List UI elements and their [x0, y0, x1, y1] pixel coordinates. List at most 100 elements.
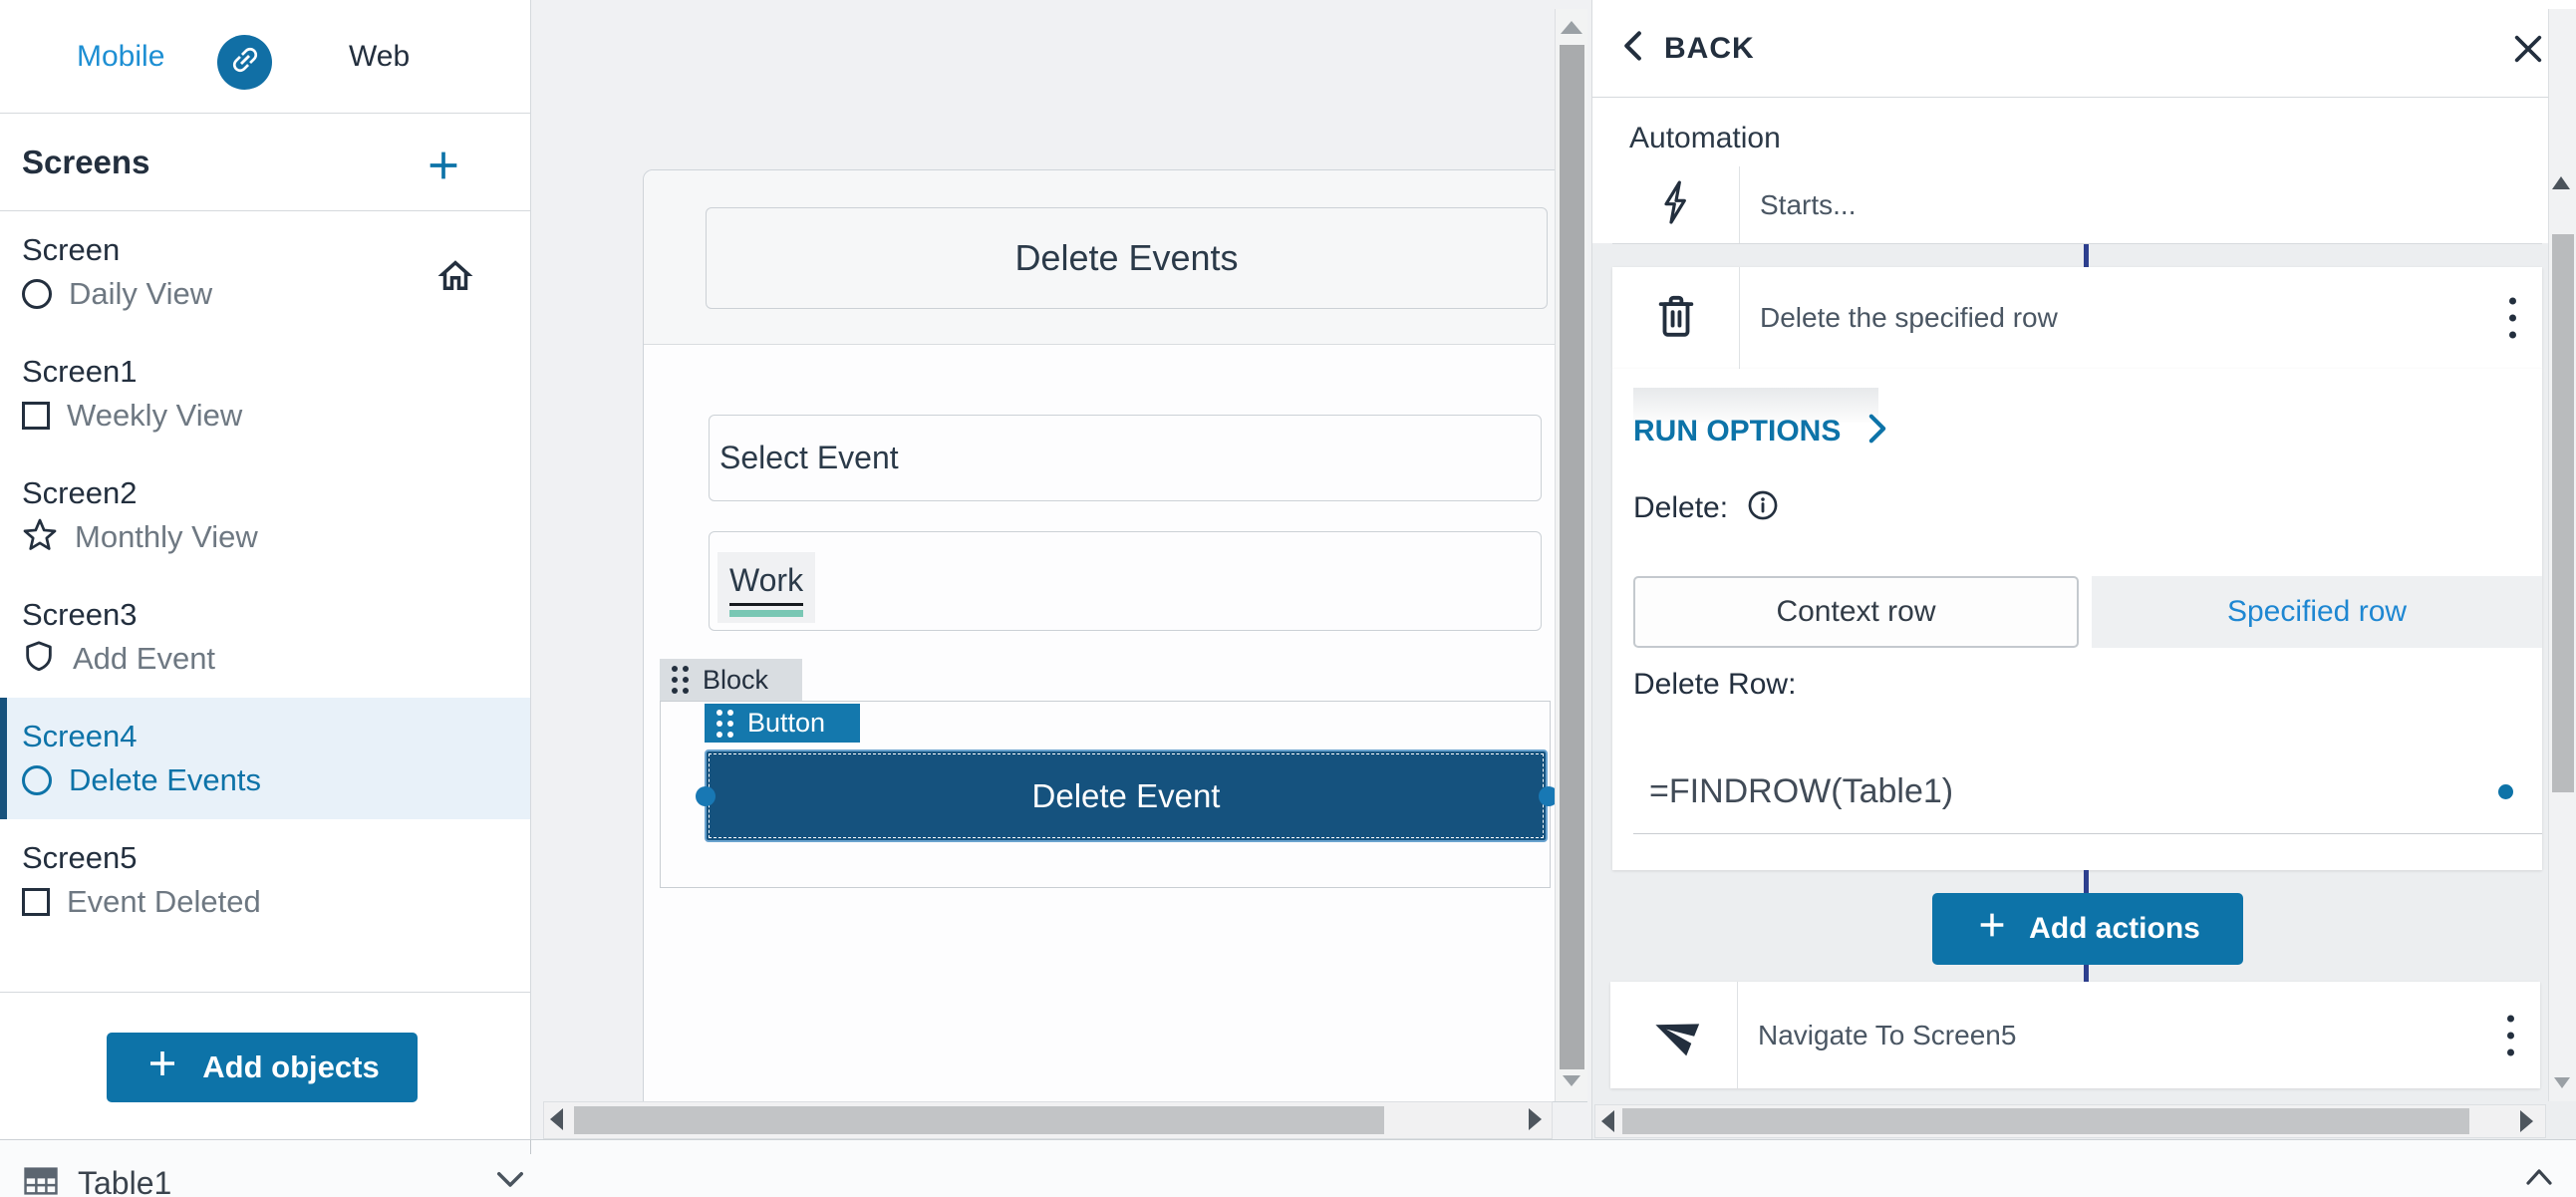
scrollbar-thumb[interactable] [1560, 45, 1584, 1069]
tables-footer-bar: Table1 [0, 1139, 2576, 1197]
scrollbar-thumb[interactable] [2552, 234, 2574, 792]
chevron-up-icon[interactable] [2524, 1166, 2554, 1193]
trigger-icon-column [1612, 166, 1740, 243]
plus-icon [1975, 908, 2009, 950]
canvas-vertical-scrollbar[interactable] [1555, 9, 1587, 1101]
specified-row-toggle[interactable]: Specified row [2092, 576, 2542, 648]
screen-item-event-deleted[interactable]: Screen5 Event Deleted [0, 819, 530, 941]
scroll-up-arrow[interactable] [2552, 176, 2570, 189]
delete-field-label: Delete: [1633, 490, 1729, 524]
app-builder-window: Mobile Web Screens Screen Daily View Scr… [0, 0, 2576, 1197]
context-row-toggle[interactable]: Context row [1633, 576, 2079, 648]
trigger-label: Starts... [1760, 188, 1857, 220]
chevron-down-icon[interactable] [495, 1170, 525, 1195]
chevron-left-icon [1620, 30, 1644, 67]
scroll-up-arrow[interactable] [1561, 21, 1582, 34]
delete-field-row: Delete: [1633, 488, 1780, 527]
link-toggle-button[interactable] [217, 35, 272, 90]
block-drag-chip[interactable]: Block [660, 659, 802, 701]
action-icon-column [1612, 267, 1740, 369]
circle-icon [22, 765, 52, 795]
screen-label: Daily View [69, 276, 213, 311]
scroll-down-arrow[interactable] [2554, 1077, 2570, 1088]
square-icon [22, 402, 50, 430]
screen-item-monthly-view[interactable]: Screen2 Monthly View [0, 454, 530, 576]
table-selector[interactable]: Table1 [22, 1164, 171, 1197]
scroll-left-arrow[interactable] [550, 1108, 563, 1130]
sidebar-footer: Add objects [0, 992, 530, 1139]
add-objects-label: Add objects [202, 1049, 380, 1084]
block-chip-label: Block [703, 664, 769, 695]
screen-name: Screen4 [22, 719, 138, 753]
formula-input[interactable]: =FINDROW(Table1) [1649, 772, 1953, 811]
panel-horizontal-scrollbar[interactable] [1594, 1104, 2546, 1138]
table-grid-icon [22, 1164, 60, 1197]
screen-label: Event Deleted [67, 884, 261, 919]
button-drag-chip[interactable]: Button [705, 704, 860, 743]
screen-item-add-event[interactable]: Screen3 Add Event [0, 576, 530, 698]
event-value-text: Work [729, 562, 804, 606]
screen-header-section: Delete Events [644, 170, 1586, 345]
event-value-field[interactable]: Work [709, 531, 1542, 631]
platform-tabs: Mobile Web [0, 0, 530, 114]
automation-trigger-card[interactable]: Starts... [1612, 166, 2542, 244]
scroll-left-arrow[interactable] [1601, 1110, 1614, 1132]
screens-sidebar: Mobile Web Screens Screen Daily View Scr… [0, 0, 531, 1139]
delete-row-label: Delete Row: [1633, 668, 1797, 701]
screen-item-daily-view[interactable]: Screen Daily View [0, 211, 530, 333]
action-icon-column [1610, 982, 1738, 1088]
screen-title-element[interactable]: Delete Events [706, 207, 1548, 309]
plus-icon [144, 1046, 180, 1089]
delete-row-action-card[interactable]: Delete the specified row [1612, 267, 2542, 369]
drag-handle-icon [716, 709, 733, 738]
delete-event-button[interactable]: Delete Event [705, 749, 1548, 842]
button-chip-label: Button [747, 708, 826, 738]
run-options-link[interactable]: RUN OPTIONS [1633, 413, 1888, 449]
circle-icon [22, 279, 52, 309]
formula-reference-dot[interactable] [2498, 784, 2513, 799]
kebab-menu-icon[interactable] [2503, 1011, 2518, 1059]
canvas-horizontal-scrollbar[interactable] [543, 1101, 1553, 1139]
event-value-chip: Work [717, 552, 816, 623]
screen-item-weekly-view[interactable]: Screen1 Weekly View [0, 333, 530, 454]
design-canvas-area: Delete Events Select Event Work Block Bu… [531, 0, 1591, 1139]
navigate-icon [1643, 1003, 1705, 1067]
connector-line [2084, 965, 2089, 982]
add-screen-button[interactable] [424, 146, 467, 183]
panel-vertical-scrollbar[interactable] [2548, 9, 2576, 1101]
screen-name: Screen2 [22, 475, 138, 510]
navigate-action-card[interactable]: Navigate To Screen5 [1610, 982, 2540, 1088]
scroll-down-arrow[interactable] [1563, 1075, 1580, 1086]
screen-name: Screen1 [22, 354, 138, 389]
lightning-icon [1656, 178, 1696, 231]
chevron-right-icon [1866, 413, 1888, 449]
resize-handle-left[interactable] [696, 786, 716, 806]
close-icon[interactable] [2511, 32, 2545, 71]
action-config-card: RUN OPTIONS Delete: Context row Specifie… [1612, 369, 2542, 870]
back-button[interactable]: BACK [1620, 30, 1755, 67]
teal-highlight-bar [729, 610, 804, 617]
scrollbar-thumb[interactable] [1622, 1108, 2469, 1134]
add-actions-button[interactable]: Add actions [1932, 893, 2243, 965]
info-icon[interactable] [1746, 488, 1780, 527]
back-label: BACK [1664, 31, 1755, 65]
connector-line [2084, 870, 2089, 893]
shield-icon [22, 640, 56, 679]
phone-screen-canvas[interactable]: Delete Events Select Event Work Block Bu… [643, 169, 1587, 1102]
select-event-field[interactable]: Select Event [709, 415, 1542, 501]
screen-name: Screen3 [22, 597, 138, 632]
scroll-right-arrow[interactable] [1529, 1108, 1542, 1130]
kebab-menu-icon[interactable] [2505, 294, 2520, 343]
screen-item-delete-events[interactable]: Screen4 Delete Events [0, 698, 530, 819]
table-name-label: Table1 [78, 1165, 172, 1197]
screens-header-row: Screens [0, 114, 530, 211]
tab-mobile[interactable]: Mobile [77, 0, 164, 114]
scroll-right-arrow[interactable] [2520, 1110, 2533, 1132]
screens-title: Screens [22, 144, 150, 180]
screen-label: Delete Events [69, 762, 261, 797]
screen-list: Screen Daily View Screen1 Weekly View Sc… [0, 211, 530, 941]
scrollbar-thumb[interactable] [574, 1106, 1384, 1134]
add-objects-button[interactable]: Add objects [107, 1033, 418, 1102]
add-actions-label: Add actions [2029, 912, 2200, 945]
tab-web[interactable]: Web [349, 0, 410, 114]
